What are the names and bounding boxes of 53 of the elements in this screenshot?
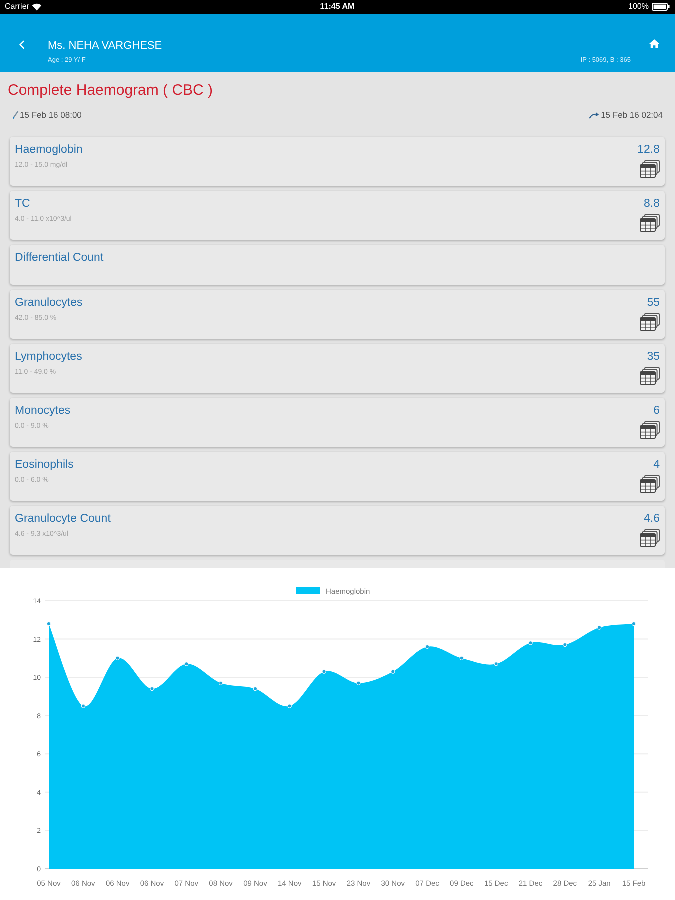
test-name: Monocytes [15,404,71,418]
report-title: Complete Haemogram ( CBC ) [8,81,214,101]
test-name: Lymphocytes [15,350,82,364]
data-point [253,686,258,692]
data-point [322,670,326,674]
test-name: Granulocytes [15,296,83,310]
data-point [460,656,464,661]
data-point [425,644,430,650]
data-point [150,686,154,692]
result-value: 8.8 [644,197,660,211]
wifi-icon [32,3,42,11]
data-point [46,622,52,626]
data-point [632,622,636,626]
data-point [81,704,86,708]
result-value: 4 [654,458,660,472]
table-icon[interactable] [640,367,660,385]
table-icon[interactable] [640,529,660,547]
table-icon[interactable] [640,214,660,232]
result-value: 6 [654,404,660,418]
table-icon[interactable] [640,160,660,178]
data-point [356,681,361,686]
back-icon[interactable] [19,40,25,50]
data-point [218,681,224,686]
arrow-icon [589,112,600,118]
collected-date: 15 Feb 16 08:00 [20,109,82,121]
battery-percent: 100% [628,2,649,12]
carrier-name: Carrier [5,2,30,12]
battery-icon [652,3,670,11]
result-value: 55 [647,296,660,310]
test-name: TC [15,197,30,211]
reported-date: 15 Feb 16 02:04 [601,109,663,121]
patient-name: Ms. NEHA VARGHESE [48,40,162,53]
data-point [494,662,498,666]
data-point [563,642,568,648]
data-point [116,656,120,661]
test-name: Haemoglobin [15,143,83,157]
status-time: 11:45 AM [320,2,355,12]
result-value: 35 [647,350,660,364]
test-name: Eosinophils [15,458,74,472]
data-point [598,626,602,630]
section-title: Differential Count [15,251,104,265]
pen-icon [12,110,19,120]
data-point [528,641,533,646]
result-value: 4.6 [644,512,660,526]
result-value: 12.8 [638,143,660,157]
data-point [288,704,292,708]
table-icon[interactable] [640,421,660,439]
table-icon[interactable] [640,313,660,331]
data-point [391,670,396,674]
test-name: Granulocyte Count [15,512,111,526]
data-point [184,662,189,666]
table-icon[interactable] [640,475,660,493]
home-icon[interactable] [649,39,660,49]
